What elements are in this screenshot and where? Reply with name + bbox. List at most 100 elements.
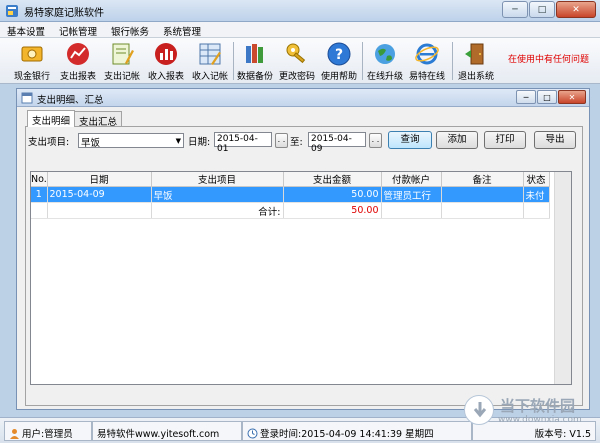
ellipsis-icon: . .	[371, 135, 380, 144]
col-header-account[interactable]: 付款帐户	[381, 172, 442, 187]
expense-entry-label: 支出记帐	[103, 72, 140, 82]
cash-icon	[21, 46, 43, 62]
minimize-button[interactable]: ─	[502, 1, 528, 18]
income-report-button[interactable]: 收入报表	[144, 40, 188, 82]
change-password-button[interactable]: 更改密码	[276, 40, 318, 82]
help-button[interactable]: ? 使用帮助	[318, 40, 360, 82]
cell-date: 2015-04-09	[47, 186, 152, 203]
cell-status: 未付	[523, 186, 550, 203]
income-report-label: 收入报表	[147, 72, 184, 82]
income-entry-label: 收入记帐	[191, 72, 228, 82]
date-to-value: 2015-04-09	[311, 134, 352, 154]
expense-item-value: 早饭	[81, 138, 101, 149]
data-backup-button[interactable]: 数据备份	[234, 40, 276, 82]
data-backup-label: 数据备份	[236, 72, 273, 82]
add-button[interactable]: 添加	[436, 131, 478, 149]
expense-grid[interactable]: No. 日期 支出项目 支出金额 付款帐户 备注 状态 1 2015-04-09…	[30, 171, 572, 385]
clock-icon	[247, 428, 258, 439]
exit-door-icon	[465, 43, 484, 65]
user-icon	[10, 429, 19, 439]
menu-basic-settings[interactable]: 基本设置	[0, 22, 52, 38]
cell-account: 管理员工行	[381, 186, 442, 203]
toolbar: 现金银行 支出报表 支出记帐 收入报表 收入记帐 数据备份 更改密码 ? 使用帮…	[0, 38, 600, 84]
expense-item-label: 支出项目:	[28, 137, 70, 148]
tab-expense-summary[interactable]: 支出汇总	[74, 111, 123, 128]
date-to-input[interactable]: 2015-04-09	[308, 132, 366, 154]
online-upgrade-label: 在线升级	[366, 72, 403, 82]
total-empty-cell	[31, 202, 48, 219]
tab-expense-detail[interactable]: 支出明细	[27, 110, 76, 127]
watermark-url: www.downxia.com	[498, 415, 582, 425]
total-row: 合计: 50.00	[31, 202, 550, 219]
expense-entry-button[interactable]: 支出记帐	[100, 40, 144, 82]
expense-report-button[interactable]: 支出报表	[56, 40, 100, 82]
cell-no: 1	[31, 186, 48, 203]
col-header-no[interactable]: No.	[31, 172, 48, 187]
toolbar-status-text: 在使用中有任何问题	[508, 55, 590, 65]
title-bar: 易特家庭记账软件 ─ □ ✕	[0, 0, 600, 22]
total-label: 合计:	[151, 202, 284, 219]
child-maximize-button[interactable]: □	[537, 90, 557, 104]
col-header-status[interactable]: 状态	[523, 172, 550, 187]
online-upgrade-button[interactable]: 在线升级	[364, 40, 406, 82]
col-header-date[interactable]: 日期	[47, 172, 152, 187]
date-label: 日期:	[188, 137, 211, 148]
bar-chart-icon	[155, 43, 177, 65]
yite-online-button[interactable]: 易特在线	[406, 40, 448, 82]
books-icon	[246, 44, 263, 63]
cell-note	[441, 186, 524, 203]
print-button[interactable]: 打印	[484, 131, 526, 149]
cell-item: 早饭	[151, 186, 284, 203]
status-site-text: 易特软件www.yitesoft.com	[97, 429, 220, 440]
child-window-title: 支出明细、汇总	[37, 95, 104, 106]
exit-button[interactable]: 退出系统	[454, 40, 498, 82]
export-button[interactable]: 导出	[534, 131, 576, 149]
cell-amount: 50.00	[283, 186, 382, 203]
grid-header-row: No. 日期 支出项目 支出金额 付款帐户 备注 状态	[31, 172, 550, 187]
status-login-time: 登录时间:2015-04-09 14:41:39 星期四	[242, 421, 472, 441]
menu-bank[interactable]: 银行帐务	[104, 22, 156, 38]
ellipsis-icon: . .	[277, 135, 286, 144]
menu-accounting[interactable]: 记帐管理	[52, 22, 104, 38]
line-chart-icon	[67, 43, 89, 65]
maximize-icon: □	[543, 92, 551, 102]
expense-report-label: 支出报表	[59, 72, 96, 82]
col-header-amount[interactable]: 支出金额	[283, 172, 382, 187]
spreadsheet-icon	[199, 43, 221, 65]
close-button[interactable]: ✕	[556, 1, 596, 18]
col-header-item[interactable]: 支出项目	[151, 172, 284, 187]
table-row[interactable]: 1 2015-04-09 早饭 50.00 管理员工行 未付	[31, 186, 550, 203]
svg-text:?: ?	[335, 47, 343, 63]
help-label: 使用帮助	[320, 72, 357, 82]
expense-item-select[interactable]: 早饭 ▼	[78, 133, 184, 149]
total-empty-cell	[523, 202, 550, 219]
query-button[interactable]: 查询	[388, 131, 432, 149]
date-to-picker-button[interactable]: . .	[369, 133, 382, 148]
child-title-bar: 支出明细、汇总 ─ □ ✕	[17, 89, 589, 107]
ledger-pen-icon	[112, 43, 134, 65]
app-icon	[6, 5, 18, 17]
menu-system[interactable]: 系统管理	[156, 22, 208, 38]
child-minimize-button[interactable]: ─	[516, 90, 536, 104]
child-close-button[interactable]: ✕	[558, 90, 586, 104]
toolbar-separator	[362, 42, 363, 80]
grid-scrollbar[interactable]	[554, 172, 571, 384]
maximize-icon: □	[537, 4, 547, 15]
window-icon	[21, 92, 33, 104]
tab-panel: 支出项目: 早饭 ▼ 日期: 2015-04-01 . . 至: 2015-04…	[25, 126, 583, 406]
col-header-note[interactable]: 备注	[441, 172, 524, 187]
maximize-button[interactable]: □	[529, 1, 555, 18]
status-login-text: 登录时间:2015-04-09 14:41:39 星期四	[260, 429, 434, 440]
globe-icon	[375, 44, 395, 64]
minimize-icon: ─	[512, 4, 518, 15]
income-entry-button[interactable]: 收入记帐	[188, 40, 232, 82]
chevron-down-icon: ▼	[175, 137, 181, 145]
exit-label: 退出系统	[457, 72, 494, 82]
to-label: 至:	[290, 137, 303, 148]
cash-bank-button[interactable]: 现金银行	[12, 40, 52, 82]
watermark: 当下软件园 www.downxia.com	[460, 393, 590, 433]
status-user: 用户:管理员	[4, 421, 92, 441]
cash-bank-label: 现金银行	[13, 72, 50, 82]
date-from-picker-button[interactable]: . .	[275, 133, 288, 148]
date-from-input[interactable]: 2015-04-01	[214, 132, 272, 154]
